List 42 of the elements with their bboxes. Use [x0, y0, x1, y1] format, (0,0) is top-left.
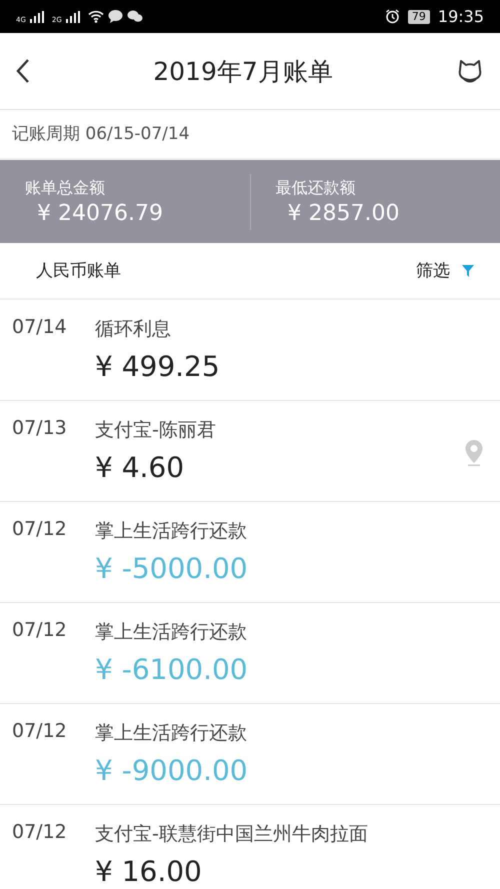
transaction-description: 掌上生活跨行还款	[95, 620, 248, 645]
transaction-amount: ¥ 4.60	[95, 451, 186, 484]
transaction-date: 07/12	[12, 821, 68, 843]
transaction-amount: ¥ -6100.00	[95, 653, 248, 686]
transaction-row[interactable]: 07/12 掌上生活跨行还款 ¥ -5000.00	[0, 502, 500, 603]
transaction-row[interactable]: 07/12 掌上生活跨行还款 ¥ -6100.00	[0, 603, 500, 704]
cat-face-icon[interactable]	[456, 57, 484, 85]
transaction-description: 支付宝-联慧街中国兰州牛肉拉面	[95, 822, 368, 847]
transaction-description: 循环利息	[95, 317, 172, 342]
funnel-icon	[462, 264, 474, 276]
transaction-row[interactable]: 07/12 支付宝-联慧街中国兰州牛肉拉面 ¥ 16.00	[0, 805, 500, 889]
transaction-amount: ¥ 16.00	[95, 855, 203, 888]
signal-icon	[30, 10, 44, 22]
transaction-row[interactable]: 07/14 循环利息 ¥ 499.25	[0, 300, 500, 401]
summary-amount: ¥ 2857.00	[286, 200, 400, 226]
transaction-description: 掌上生活跨行还款	[95, 721, 248, 746]
transaction-date: 07/12	[12, 619, 68, 641]
transaction-amount: ¥ -9000.00	[95, 754, 248, 787]
filter-button[interactable]: 筛选	[416, 259, 474, 282]
transaction-description: 掌上生活跨行还款	[95, 519, 248, 544]
transaction-amount: ¥ -5000.00	[95, 552, 248, 585]
transaction-date: 07/13	[12, 417, 68, 439]
signal-icon	[66, 10, 80, 22]
summary-label: 最低还款额	[276, 178, 356, 198]
alarm-icon	[384, 9, 400, 24]
transaction-date: 07/12	[12, 518, 68, 540]
chat-bubble-icon	[108, 10, 123, 23]
transaction-date: 07/14	[12, 316, 68, 338]
transaction-amount: ¥ 499.25	[95, 350, 220, 383]
transaction-date: 07/12	[12, 720, 68, 742]
transaction-row[interactable]: 07/12 掌上生活跨行还款 ¥ -9000.00	[0, 704, 500, 805]
summary-label: 账单总金额	[25, 178, 106, 198]
double-chat-icon	[126, 10, 143, 23]
transaction-row[interactable]: 07/13 支付宝-陈丽君 ¥ 4.60	[0, 401, 500, 502]
section-title: 人民币账单	[36, 260, 121, 282]
page-title: 2019年7月账单	[153, 56, 333, 88]
clock-time: 19:35	[438, 7, 484, 26]
wifi-icon	[88, 10, 104, 23]
summary-amount: ¥ 24076.79	[36, 200, 164, 226]
transaction-description: 支付宝-陈丽君	[95, 418, 216, 443]
back-icon[interactable]	[16, 58, 30, 84]
battery-indicator: 79	[408, 10, 430, 24]
